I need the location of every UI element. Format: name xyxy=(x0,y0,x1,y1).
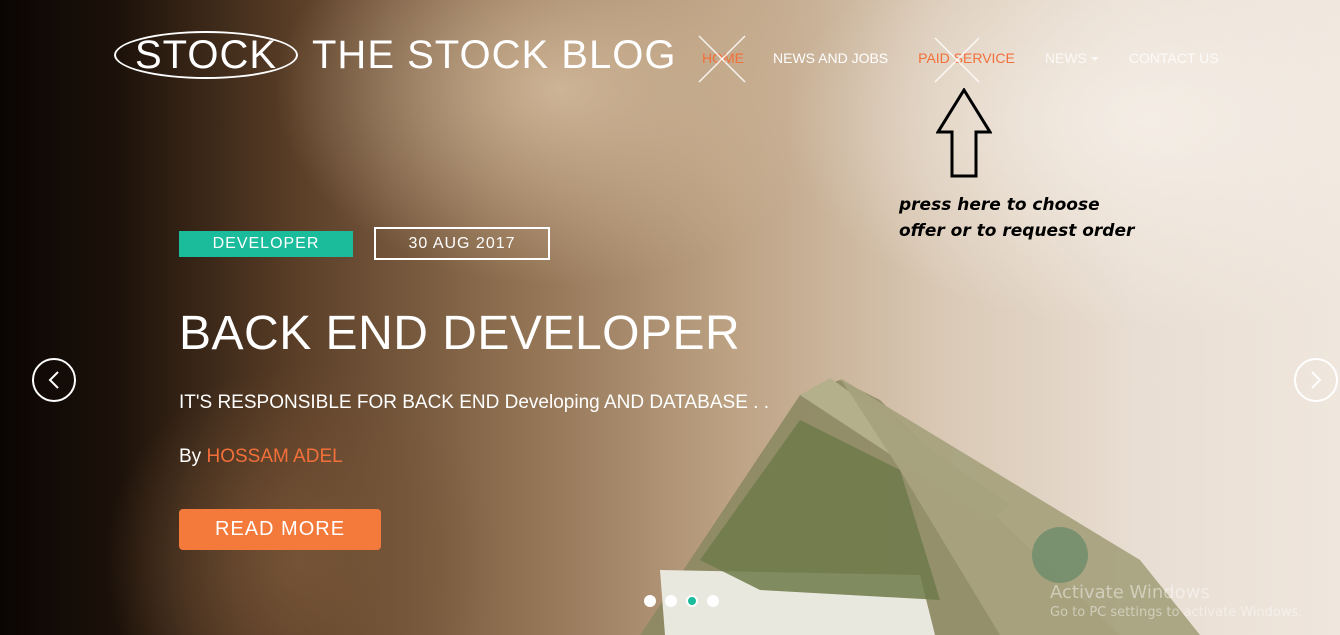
main-nav: HOME NEWS AND JOBS PAID SERVICE NEWS CON… xyxy=(702,50,1219,66)
chevron-right-icon xyxy=(1311,371,1322,389)
by-label: By xyxy=(179,446,202,467)
byline: By HOSSAM ADEL xyxy=(179,446,343,468)
carousel-next-button[interactable] xyxy=(1294,358,1338,402)
brand-logo[interactable]: STOCK xyxy=(114,31,298,79)
author-link[interactable]: HOSSAM ADEL xyxy=(206,446,342,467)
annotation-note: press here to choose offer or to request… xyxy=(899,192,1159,244)
carousel-dot[interactable] xyxy=(686,595,698,607)
watermark-subtitle: Go to PC settings to activate Windows. xyxy=(1050,605,1303,620)
up-arrow-icon xyxy=(936,88,992,178)
watermark-title: Activate Windows xyxy=(1050,582,1210,603)
nav-news-label: NEWS xyxy=(1044,50,1087,66)
carousel-dot[interactable] xyxy=(665,595,677,607)
carousel-dot[interactable] xyxy=(644,595,656,607)
brand[interactable]: STOCK THE STOCK BLOG xyxy=(114,28,676,82)
nav-paid-service[interactable]: PAID SERVICE xyxy=(918,50,1015,66)
post-date: 30 AUG 2017 xyxy=(374,227,550,260)
chevron-down-icon xyxy=(1090,57,1099,62)
nav-contact-us[interactable]: CONTACT US xyxy=(1129,50,1219,66)
slide-title[interactable]: BACK END DEVELOPER xyxy=(179,306,740,361)
nav-news-dropdown[interactable]: NEWS xyxy=(1045,50,1099,66)
carousel-dot[interactable] xyxy=(707,595,719,607)
category-tag[interactable]: DEVELOPER xyxy=(179,231,353,257)
annotation-line: offer or to request order xyxy=(899,221,1135,241)
nav-home[interactable]: HOME xyxy=(702,50,744,66)
nav-news-and-jobs[interactable]: NEWS AND JOBS xyxy=(773,50,888,66)
activate-windows-watermark: Activate Windows Go to PC settings to ac… xyxy=(1050,582,1302,620)
slide-description: IT'S RESPONSIBLE FOR BACK END Developing… xyxy=(179,392,769,413)
carousel-indicators xyxy=(644,595,728,607)
chevron-left-icon xyxy=(48,371,59,389)
annotation-line: press here to choose xyxy=(899,195,1100,215)
carousel-prev-button[interactable] xyxy=(32,358,76,402)
read-more-button[interactable]: READ MORE xyxy=(179,509,381,550)
brand-title[interactable]: THE STOCK BLOG xyxy=(312,33,676,78)
